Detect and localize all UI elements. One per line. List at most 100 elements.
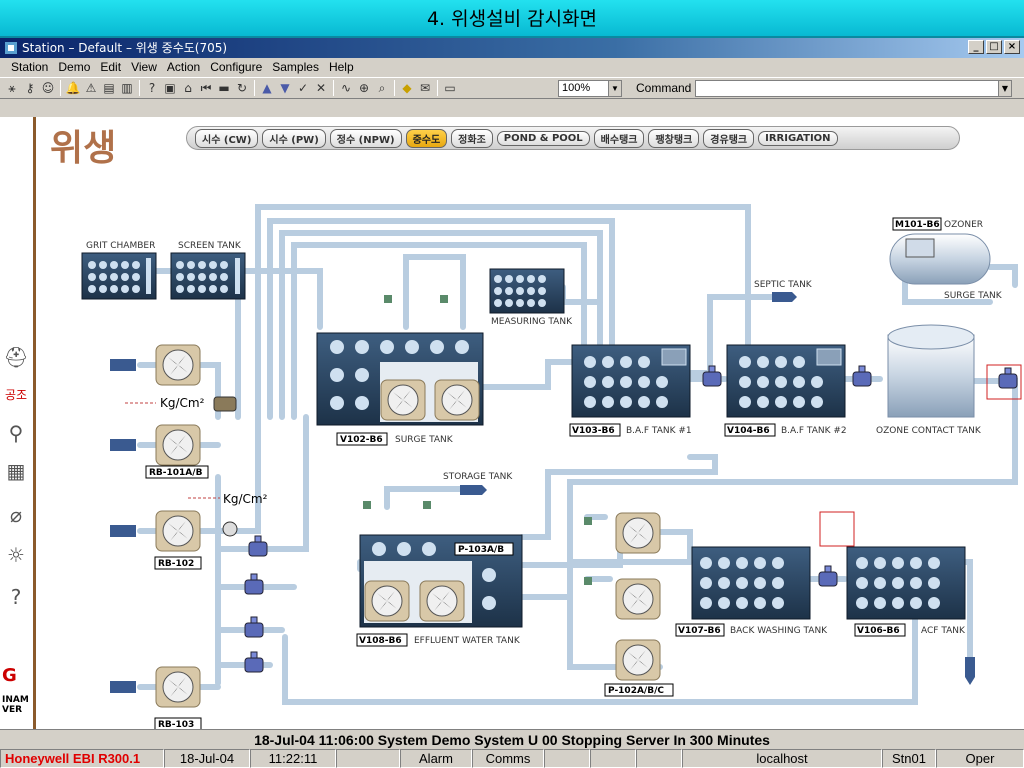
pump-rb101b[interactable] — [155, 424, 201, 466]
screen-tank-label: SCREEN TANK — [178, 241, 242, 251]
storage-tank-label: STORAGE TANK — [443, 472, 513, 482]
pump-rb103[interactable] — [155, 666, 201, 708]
pump-p102c[interactable] — [615, 639, 661, 681]
menu-help[interactable]: Help — [324, 58, 359, 77]
network-icon[interactable]: ⚹ — [4, 80, 20, 96]
valve-icon[interactable] — [702, 365, 722, 387]
check-icon[interactable]: ✓ — [295, 80, 311, 96]
valve-icon[interactable] — [852, 365, 872, 387]
menu-demo[interactable]: Demo — [53, 58, 95, 77]
message-icon[interactable]: ✉ — [417, 80, 433, 96]
pressure-unit-2: Kg/Cm² — [223, 492, 268, 506]
p103-label: P-103A/B — [458, 545, 504, 555]
folder-icon[interactable]: ▬ — [216, 80, 232, 96]
camera-icon[interactable]: ▭ — [442, 80, 458, 96]
v107-id: V107-B6 — [678, 626, 721, 636]
septic-tank-label: SEPTIC TANK — [754, 280, 813, 290]
toolbar-separator — [333, 80, 334, 96]
trend-icon[interactable]: ∿ — [338, 80, 354, 96]
back-washing-tank-v107 — [691, 546, 811, 620]
sensor-icon — [363, 501, 371, 509]
v104-id: V104-B6 — [727, 426, 770, 436]
status-spacer — [636, 749, 682, 768]
toolbar: ⚹ ⚷ ☺ 🔔 ⚠ ▤ ▥ ? ▣ ⌂ ⏮ ▬ ↻ ▲ ▼ ✓ ✕ ∿ ⊕ ⌕ … — [0, 77, 1024, 99]
brand-label: Honeywell EBI R300.1 — [0, 749, 164, 768]
surge-tank-top-label: SURGE TANK — [944, 291, 1003, 301]
storage-outlet-arrow — [460, 485, 487, 495]
search-icon[interactable]: ⌕ — [374, 80, 390, 96]
slide: 4. 위생설비 감시화면 Station – Default – 위생 중수도(… — [0, 0, 1024, 768]
acf-outlet-arrow — [965, 657, 975, 685]
minimize-button[interactable]: _ — [968, 40, 984, 54]
v106-label: ACF TANK — [921, 626, 966, 636]
help-icon[interactable]: ? — [144, 80, 160, 96]
v104-label: B.A.F TANK #2 — [781, 426, 847, 436]
maximize-button[interactable]: □ — [986, 40, 1002, 54]
command-input[interactable]: ▼ — [695, 80, 1012, 97]
inlet-arrow — [110, 359, 136, 371]
menu-view[interactable]: View — [126, 58, 162, 77]
pressure-gauge-icon — [222, 521, 238, 537]
sensor-icon — [384, 295, 392, 303]
status-time: 11:22:11 — [250, 749, 336, 768]
baf-tank-2 — [726, 344, 846, 418]
valve-icon[interactable] — [244, 573, 264, 595]
home-display-icon[interactable]: ⌂ — [180, 80, 196, 96]
menu-action[interactable]: Action — [162, 58, 205, 77]
station-label: Stn01 — [882, 749, 936, 768]
valve-icon[interactable] — [248, 535, 268, 557]
toolbar-separator — [437, 80, 438, 96]
alarm-ack-icon[interactable]: ⚠ — [83, 80, 99, 96]
valve-icon[interactable] — [818, 565, 838, 587]
key-icon[interactable]: ⚷ — [22, 80, 38, 96]
display-icon[interactable]: ▣ — [162, 80, 178, 96]
toolbar-separator — [60, 80, 61, 96]
pump-rb102[interactable] — [155, 510, 201, 552]
alarm-bell-icon[interactable]: 🔔 — [65, 80, 81, 96]
diamond-icon[interactable]: ◆ — [399, 80, 415, 96]
back-icon[interactable]: ⏮ — [198, 80, 214, 96]
report-icon[interactable]: ▤ — [101, 80, 117, 96]
pump-p102b[interactable] — [615, 578, 661, 620]
v102-id: V102-B6 — [340, 435, 383, 445]
inlet-arrow — [110, 525, 136, 537]
ozone-contact-tank — [887, 324, 975, 418]
window-titlebar[interactable]: Station – Default – 위생 중수도(705) _ □ × — [0, 38, 1024, 58]
window-title: Station – Default – 위생 중수도(705) — [22, 41, 228, 55]
acf-tank-v106 — [846, 546, 966, 620]
baf-tank-1 — [571, 344, 691, 418]
chevron-down-icon[interactable]: ▼ — [998, 81, 1011, 96]
v108-id: V108-B6 — [359, 636, 402, 646]
zoom-select[interactable]: 100% ▼ — [558, 80, 622, 97]
status-message: 18-Jul-04 11:06:00 System Demo System U … — [0, 729, 1024, 749]
v103-label: B.A.F TANK #1 — [626, 426, 692, 436]
comms-indicator[interactable]: Comms — [472, 749, 544, 768]
status-bar: Honeywell EBI R300.1 18-Jul-04 11:22:11 … — [0, 749, 1024, 768]
user-icon[interactable]: ☺ — [40, 80, 56, 96]
sensor-icon — [584, 517, 592, 525]
alarm-indicator[interactable]: Alarm — [400, 749, 472, 768]
refresh-icon[interactable]: ↻ — [234, 80, 250, 96]
menu-station[interactable]: Station — [6, 58, 53, 77]
valve-icon[interactable] — [244, 616, 264, 638]
valve-icon[interactable] — [998, 367, 1018, 389]
rb101-label: RB-101A/B — [149, 468, 203, 478]
book-icon[interactable]: ▥ — [119, 80, 135, 96]
cancel-icon[interactable]: ✕ — [313, 80, 329, 96]
menu-configure[interactable]: Configure — [205, 58, 267, 77]
pump-rb101a[interactable] — [155, 344, 201, 386]
sensor-icon — [584, 577, 592, 585]
valve-icon[interactable] — [244, 651, 264, 673]
up-arrow-icon[interactable]: ▲ — [259, 80, 275, 96]
chevron-down-icon[interactable]: ▼ — [608, 81, 621, 96]
slide-title: 4. 위생설비 감시화면 — [0, 0, 1024, 38]
menu-edit[interactable]: Edit — [95, 58, 126, 77]
ozone-contact-label: OZONE CONTACT TANK — [876, 426, 982, 436]
down-arrow-icon[interactable]: ▼ — [277, 80, 293, 96]
find-icon[interactable]: ⊕ — [356, 80, 372, 96]
process-schematic: GRIT CHAMBER SCREEN TANK MEASURING TANK — [81, 204, 1022, 729]
menu-samples[interactable]: Samples — [267, 58, 324, 77]
v107-label: BACK WASHING TANK — [730, 626, 828, 636]
close-button[interactable]: × — [1004, 40, 1020, 54]
pump-p102a[interactable] — [615, 512, 661, 554]
